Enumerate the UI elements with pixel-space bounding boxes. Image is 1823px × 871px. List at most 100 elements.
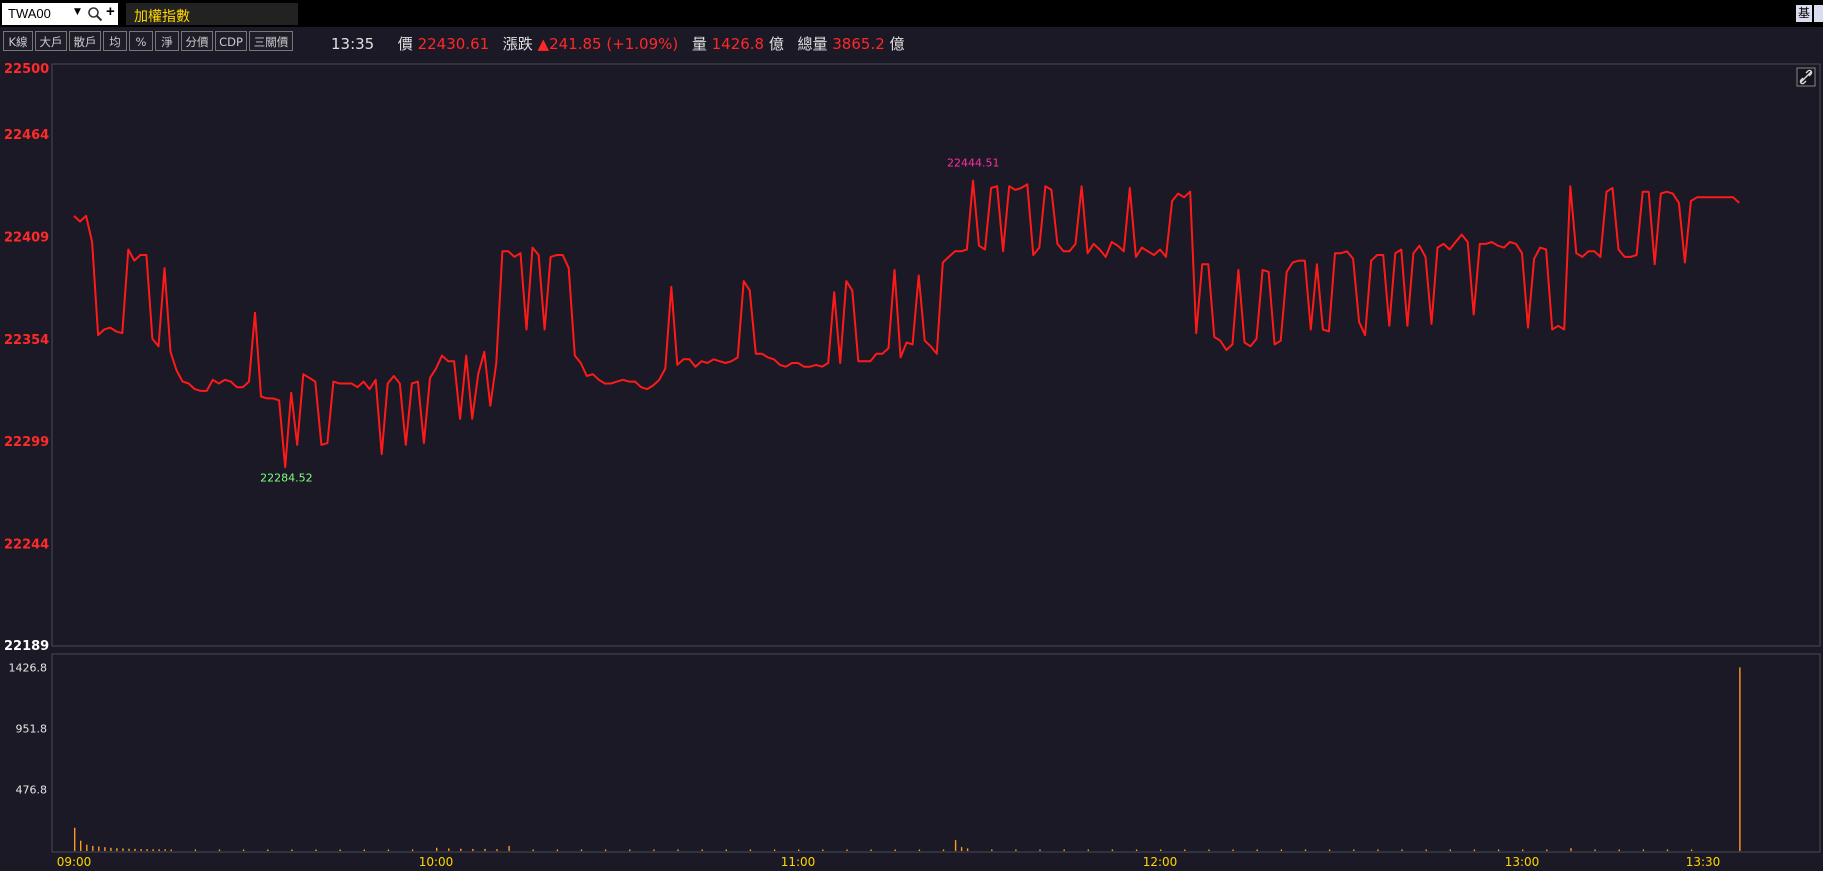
volume-bar — [580, 849, 583, 851]
volume-bar — [1449, 849, 1451, 851]
volume-bar — [152, 849, 154, 851]
price-line-layer — [73, 179, 1740, 469]
price-tick-label: 22464 — [4, 128, 49, 143]
volume-bar — [749, 849, 752, 851]
volume-bar — [604, 849, 607, 851]
volume-bar — [556, 849, 559, 851]
volume-bar — [942, 849, 945, 851]
volume-bar — [1039, 849, 1041, 851]
price-panel-frame — [51, 63, 1821, 647]
price-tick-label: 22189 — [4, 639, 49, 654]
volume-bar — [773, 849, 776, 851]
volume-bar — [484, 848, 486, 851]
volume-bar — [1280, 849, 1283, 851]
volume-bar — [158, 849, 160, 851]
volume-bar — [532, 849, 534, 851]
volume-bar — [1546, 849, 1548, 851]
volume-bar — [1618, 849, 1620, 851]
volume-bar — [1690, 849, 1693, 851]
volume-bar — [387, 849, 390, 851]
volume-bar — [1087, 849, 1089, 851]
volume-bar — [496, 849, 498, 851]
volume-bar — [894, 849, 896, 851]
volume-bar — [460, 848, 462, 851]
price-line — [73, 179, 1740, 469]
volume-bar — [339, 849, 341, 851]
volume-bar — [116, 848, 118, 851]
volume-bar — [1063, 849, 1065, 851]
volume-bars — [74, 667, 1741, 851]
time-tick-label: 13:00 — [1505, 855, 1540, 869]
volume-bar — [448, 848, 450, 851]
volume-bar — [966, 848, 969, 851]
volume-bar — [1015, 849, 1017, 851]
price-tick-label: 22409 — [4, 230, 49, 245]
volume-bar — [411, 849, 414, 851]
volume-bar — [725, 849, 727, 851]
volume-bar — [629, 849, 631, 851]
volume-bar — [1522, 849, 1524, 851]
volume-bar — [798, 849, 800, 851]
volume-bar — [1353, 849, 1355, 851]
volume-bar — [110, 847, 112, 851]
price-tick-label: 22299 — [4, 435, 49, 450]
volume-bar — [134, 848, 136, 851]
volume-bar — [1256, 849, 1258, 851]
price-axis: 22500 22464 22409 22354 22299 22244 22189 — [4, 62, 49, 654]
volume-bar — [74, 827, 76, 851]
volume-bar — [1111, 849, 1114, 851]
volume-bar — [242, 849, 245, 851]
volume-bar — [98, 846, 100, 851]
price-tick-label: 22354 — [4, 333, 49, 348]
high-price-label: 22444.51 — [947, 157, 1000, 170]
volume-bar — [1184, 849, 1186, 851]
volume-bar — [218, 849, 221, 851]
volume-bar — [315, 849, 317, 851]
volume-bar — [1160, 849, 1162, 851]
volume-bar — [194, 849, 197, 851]
volume-bar — [122, 848, 124, 851]
volume-bar — [170, 849, 172, 851]
intraday-chart[interactable]: 22500 22464 22409 22354 22299 22244 22189 2244… — [0, 0, 1823, 871]
volume-bar — [140, 849, 142, 851]
volume-bar — [1208, 849, 1210, 851]
time-tick-label: 10:00 — [419, 855, 454, 869]
link-icon[interactable] — [1796, 67, 1816, 87]
volume-bar — [846, 849, 848, 851]
volume-bar — [1401, 849, 1403, 851]
volume-bar — [822, 849, 824, 851]
time-tick-label: 13:30 — [1686, 855, 1721, 869]
volume-panel-frame — [51, 653, 1821, 853]
volume-bar — [1594, 849, 1596, 851]
volume-bar — [918, 849, 921, 851]
volume-bar — [1739, 667, 1741, 851]
time-tick-label: 12:00 — [1143, 855, 1178, 869]
volume-bar — [164, 849, 166, 851]
extreme-labels: 22444.51 22284.52 — [260, 157, 999, 485]
volume-axis: 1426.8 951.8 476.8 — [9, 661, 48, 796]
volume-bar — [960, 847, 963, 851]
volume-bar — [954, 840, 957, 851]
volume-bar — [363, 849, 365, 851]
volume-bar — [1666, 849, 1669, 851]
time-tick-label: 09:00 — [57, 855, 92, 869]
time-axis: 09:00 10:00 11:00 12:00 13:00 13:30 — [57, 855, 1721, 869]
volume-bar — [80, 840, 82, 851]
volume-tick-label: 951.8 — [16, 723, 48, 736]
volume-bar — [1473, 849, 1476, 851]
volume-bar — [146, 849, 148, 851]
volume-bar — [436, 847, 438, 851]
volume-bar — [1642, 849, 1645, 851]
price-tick-label: 22244 — [4, 538, 49, 553]
time-tick-label: 11:00 — [781, 855, 816, 869]
low-price-label: 22284.52 — [260, 471, 313, 484]
volume-bar — [92, 845, 94, 851]
volume-bar — [1425, 849, 1427, 851]
volume-tick-label: 1426.8 — [9, 661, 48, 674]
volume-bar — [291, 849, 293, 851]
volume-bar — [1135, 849, 1138, 851]
volume-bar — [870, 849, 872, 851]
volume-bar — [267, 849, 269, 851]
volume-bar — [508, 845, 510, 851]
volume-bar — [86, 844, 88, 851]
